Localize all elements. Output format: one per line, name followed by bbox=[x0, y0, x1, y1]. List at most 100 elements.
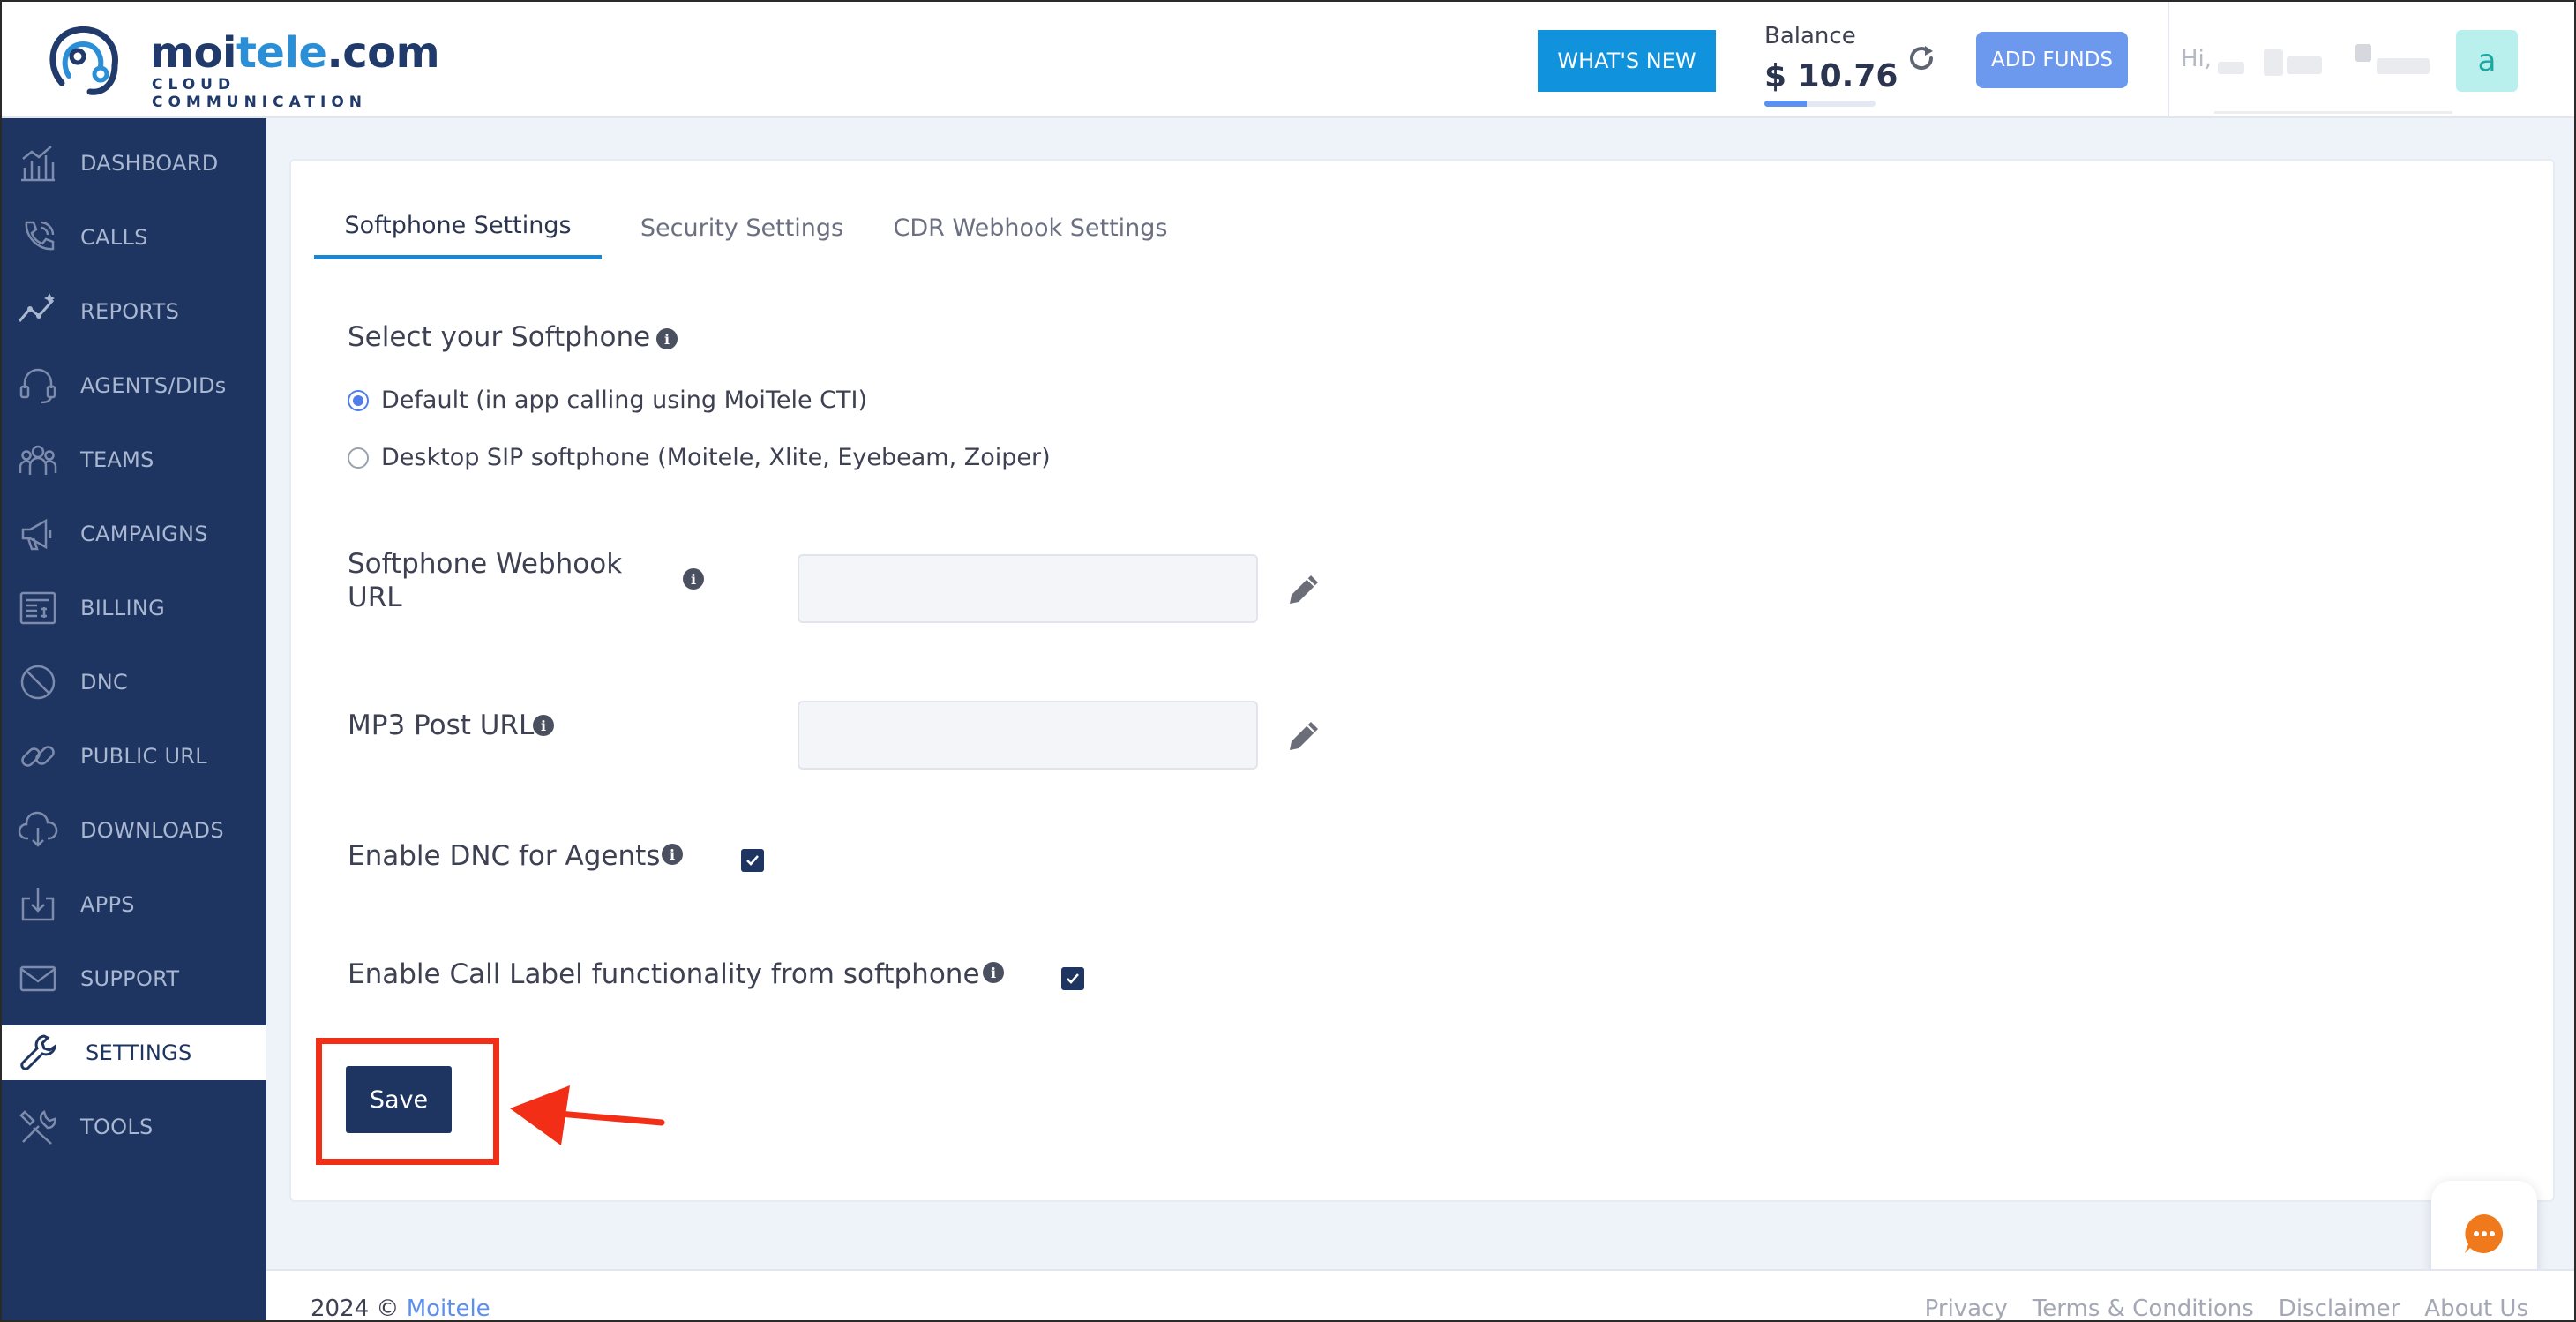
footer-link-terms[interactable]: Terms & Conditions bbox=[2033, 1296, 2254, 1320]
logo-subtitle: CLOUD COMMUNICATION bbox=[152, 76, 368, 111]
sidebar-item-label: PUBLIC URL bbox=[80, 744, 207, 769]
settings-card: Softphone Settings Security Settings CDR… bbox=[289, 159, 2555, 1202]
dashboard-icon bbox=[21, 146, 55, 182]
sidebar-item-support[interactable]: SUPPORT bbox=[2, 951, 266, 1006]
refresh-icon[interactable] bbox=[1904, 41, 1939, 76]
balance-label: Balance bbox=[1764, 23, 1856, 49]
mp3-post-url-input[interactable] bbox=[798, 701, 1258, 770]
sidebar-item-reports[interactable]: REPORTS bbox=[2, 284, 266, 339]
radio-desktop-sip-softphone[interactable]: Desktop SIP softphone (Moitele, Xlite, E… bbox=[348, 444, 1051, 471]
wrench-icon bbox=[20, 1034, 56, 1070]
info-icon[interactable]: i bbox=[656, 328, 678, 349]
radio-button[interactable] bbox=[348, 447, 369, 469]
info-icon[interactable]: i bbox=[533, 715, 554, 736]
softphone-webhook-url-input[interactable] bbox=[798, 554, 1258, 623]
invoice-icon bbox=[19, 591, 56, 625]
moitele-logo[interactable]: moitele.com CLOUD COMMUNICATION bbox=[42, 21, 440, 111]
balance-progress-fill bbox=[1764, 101, 1807, 107]
info-icon[interactable]: i bbox=[983, 962, 1004, 983]
block-icon bbox=[20, 665, 56, 700]
softphone-section-title: Select your Softphone bbox=[348, 321, 651, 353]
sidebar-item-campaigns[interactable]: CAMPAIGNS bbox=[2, 507, 266, 561]
tab-security-settings[interactable]: Security Settings bbox=[640, 196, 843, 259]
tools-icon bbox=[19, 1110, 56, 1145]
sidebar-item-dashboard[interactable]: DASHBOARD bbox=[2, 136, 266, 191]
radio-default-softphone[interactable]: Default (in app calling using MoiTele CT… bbox=[348, 387, 867, 414]
sidebar-item-label: TEAMS bbox=[80, 447, 154, 472]
footer-link-privacy[interactable]: Privacy bbox=[1925, 1296, 2008, 1320]
logo-icon bbox=[49, 26, 118, 95]
add-funds-button[interactable]: ADD FUNDS bbox=[1976, 32, 2128, 88]
enable-call-label-checkbox[interactable] bbox=[1061, 967, 1084, 990]
teams-icon bbox=[19, 445, 57, 475]
user-menu-underline bbox=[2214, 111, 2452, 114]
checkmark-icon bbox=[1067, 973, 1079, 984]
sidebar-item-label: DNC bbox=[80, 670, 129, 695]
sidebar-item-label: DOWNLOADS bbox=[80, 818, 224, 843]
checkmark-icon bbox=[746, 855, 759, 866]
footer-links: Privacy Terms & Conditions Disclaimer Ab… bbox=[1925, 1296, 2528, 1320]
sidebar-item-label: SETTINGS bbox=[86, 1040, 192, 1065]
sidebar-item-label: TOOLS bbox=[80, 1115, 154, 1139]
annotation-arrow-icon bbox=[510, 1085, 665, 1145]
enable-call-label-label: Enable Call Label functionality from sof… bbox=[348, 958, 980, 990]
info-icon[interactable]: i bbox=[662, 844, 683, 865]
megaphone-icon bbox=[21, 518, 52, 551]
link-icon bbox=[21, 746, 55, 767]
sidebar-item-settings[interactable]: SETTINGS bbox=[2, 1025, 266, 1080]
sidebar-item-agents-dids[interactable]: AGENTS/DIDs bbox=[2, 358, 266, 413]
top-header: moitele.com CLOUD COMMUNICATION WHAT'S N… bbox=[2, 2, 2574, 118]
footer-link-about[interactable]: About Us bbox=[2424, 1296, 2528, 1320]
tab-cdr-webhook-settings[interactable]: CDR Webhook Settings bbox=[882, 196, 1179, 259]
sidebar-item-tools[interactable]: TOOLS bbox=[2, 1100, 266, 1154]
enable-dnc-checkbox[interactable] bbox=[741, 849, 764, 872]
edit-pencil-icon[interactable] bbox=[1284, 717, 1323, 755]
mail-icon bbox=[19, 965, 56, 992]
chat-icon bbox=[2465, 1214, 2504, 1253]
sidebar-item-billing[interactable]: BILLING bbox=[2, 581, 266, 635]
reports-icon bbox=[18, 293, 55, 322]
sidebar-item-apps[interactable]: APPS bbox=[2, 877, 266, 932]
cloud-download-icon bbox=[18, 811, 58, 847]
sidebar-item-teams[interactable]: TEAMS bbox=[2, 432, 266, 487]
sidebar-item-label: BILLING bbox=[80, 596, 166, 620]
sidebar-item-label: SUPPORT bbox=[80, 966, 180, 991]
info-icon[interactable]: i bbox=[683, 568, 704, 590]
sidebar-item-label: CAMPAIGNS bbox=[80, 522, 208, 546]
header-divider bbox=[2168, 2, 2169, 118]
tab-softphone-settings[interactable]: Softphone Settings bbox=[314, 196, 602, 259]
sidebar-item-label: CALLS bbox=[80, 225, 148, 250]
sidebar-item-dnc[interactable]: DNC bbox=[2, 655, 266, 710]
sidebar-item-calls[interactable]: CALLS bbox=[2, 210, 266, 265]
logo-wordmark: moitele.com bbox=[150, 28, 440, 78]
sidebar: DASHBOARD CALLS REPORTS AGENTS/DIDs TEAM… bbox=[2, 118, 266, 1320]
avatar[interactable]: a bbox=[2456, 30, 2518, 92]
sidebar-item-label: APPS bbox=[80, 892, 135, 917]
balance-progress-bar bbox=[1764, 101, 1876, 107]
balance-value: $ 10.76 bbox=[1764, 58, 1898, 94]
sidebar-item-label: DASHBOARD bbox=[80, 151, 219, 176]
mp3-post-url-label: MP3 Post URL bbox=[348, 710, 535, 741]
sidebar-item-label: AGENTS/DIDs bbox=[80, 373, 227, 398]
app-window: moitele.com CLOUD COMMUNICATION WHAT'S N… bbox=[0, 0, 2576, 1322]
sidebar-item-label: REPORTS bbox=[80, 299, 180, 324]
greeting-text: Hi, bbox=[2181, 46, 2213, 72]
footer: 2024 © Moitele Privacy Terms & Condition… bbox=[266, 1269, 2574, 1322]
footer-copyright: 2024 © Moitele bbox=[311, 1296, 490, 1322]
radio-button-checked[interactable] bbox=[348, 389, 369, 411]
radio-label: Desktop SIP softphone (Moitele, Xlite, E… bbox=[381, 444, 1051, 471]
sidebar-item-public-url[interactable]: PUBLIC URL bbox=[2, 729, 266, 784]
redacted-username bbox=[2218, 44, 2438, 76]
enable-dnc-label: Enable DNC for Agents bbox=[348, 840, 661, 872]
whats-new-button[interactable]: WHAT'S NEW bbox=[1538, 30, 1716, 92]
radio-label: Default (in app calling using MoiTele CT… bbox=[381, 387, 867, 414]
sidebar-item-downloads[interactable]: DOWNLOADS bbox=[2, 803, 266, 858]
webhook-url-label: Softphone Webhook URL bbox=[348, 548, 623, 613]
save-button[interactable]: Save bbox=[346, 1066, 452, 1133]
phone-icon bbox=[25, 221, 55, 251]
footer-brand-link[interactable]: Moitele bbox=[407, 1296, 490, 1320]
headset-icon bbox=[19, 368, 56, 404]
footer-link-disclaimer[interactable]: Disclaimer bbox=[2279, 1296, 2400, 1320]
edit-pencil-icon[interactable] bbox=[1284, 570, 1323, 609]
apps-download-icon bbox=[21, 888, 55, 921]
